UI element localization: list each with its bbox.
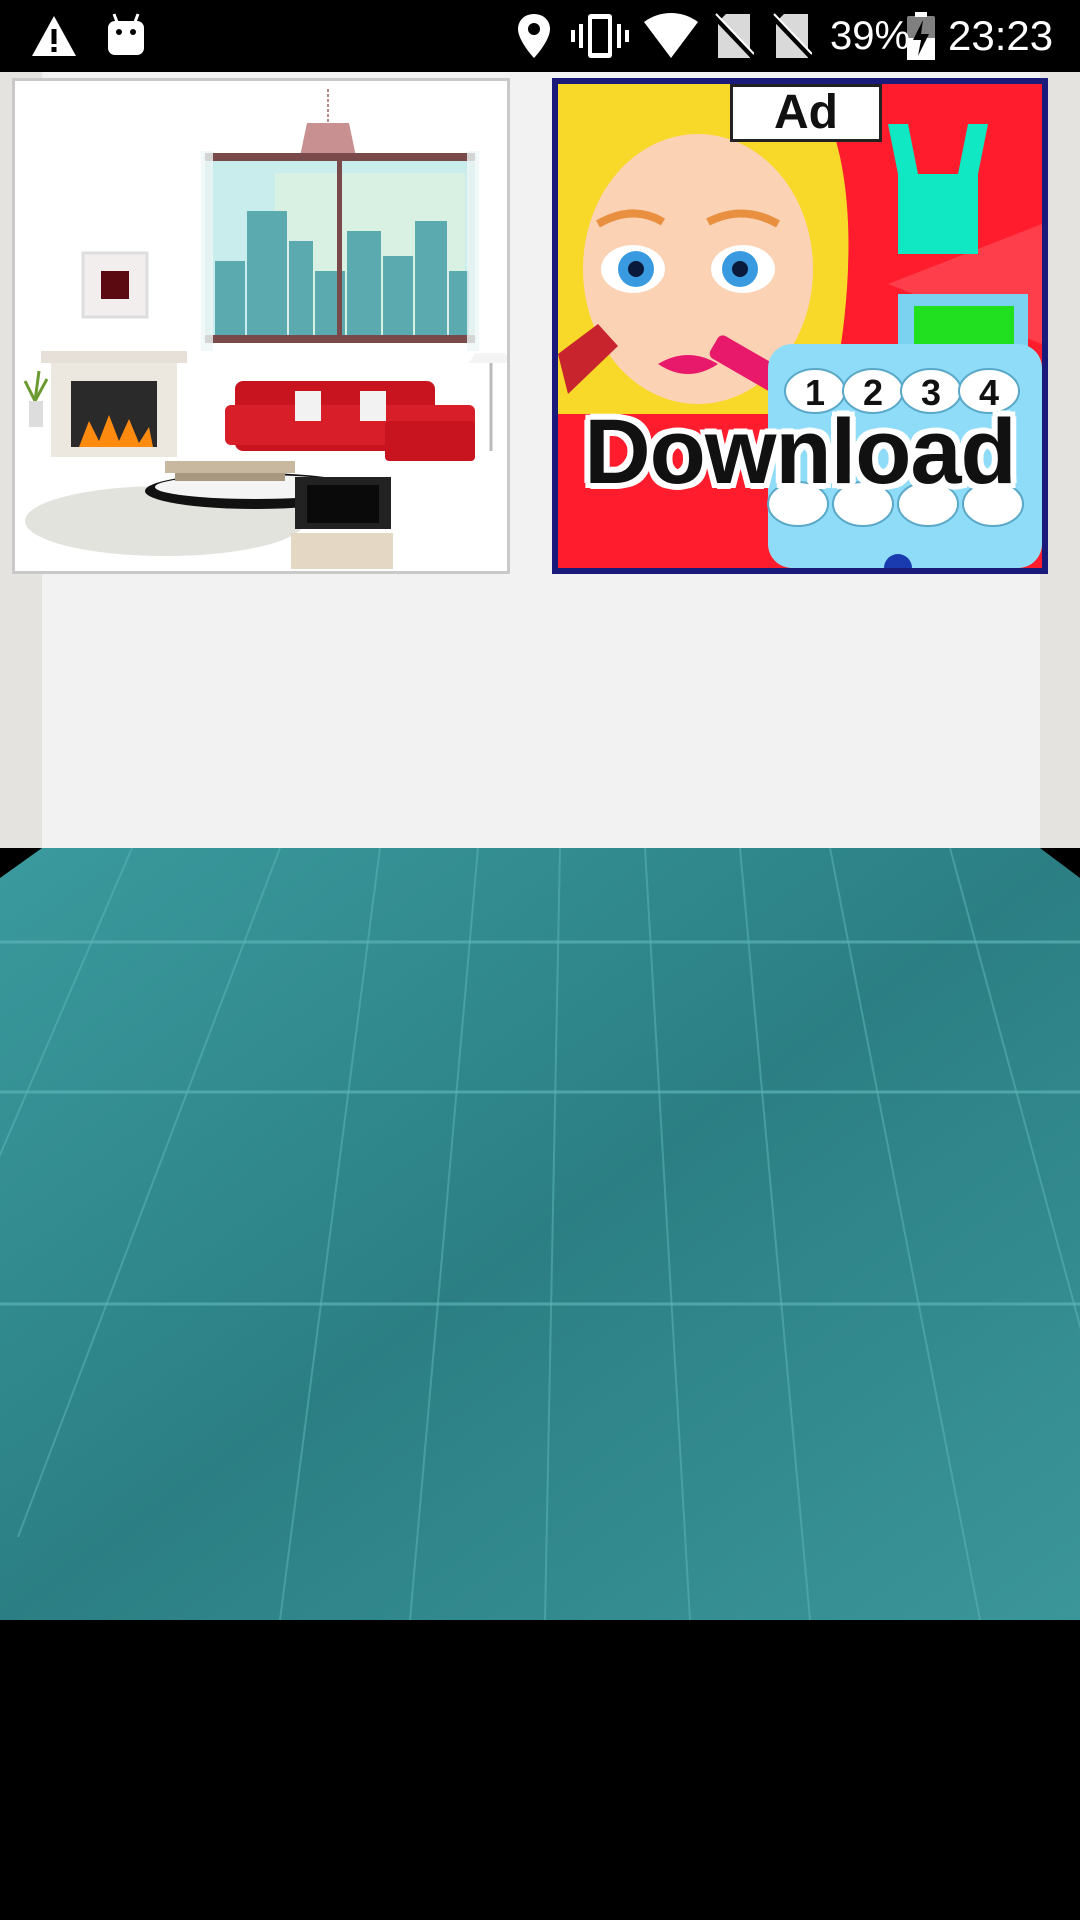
android-debug-icon [108, 13, 144, 55]
warning-icon [32, 16, 76, 56]
wifi-icon [644, 13, 698, 58]
living-room-illustration [23, 89, 507, 569]
status-bar: 39% 23:23 [0, 0, 1080, 72]
screen: 39% 23:23 1 2 3 4 Ad Download [0, 0, 1080, 1920]
vibrate-icon [571, 14, 629, 58]
ad-banner[interactable]: 1 2 3 4 Ad Download [552, 78, 1048, 574]
room-scene[interactable]: 1 2 3 4 Ad Download [0, 72, 1080, 1620]
no-sim-icon [714, 13, 754, 60]
ad-download-button[interactable]: Download [558, 402, 1042, 502]
bottom-blank-area [0, 1620, 1080, 1920]
location-icon [518, 14, 550, 58]
no-sim-icon [772, 13, 812, 60]
room-preview-thumbnail[interactable] [12, 78, 510, 574]
clock: 23:23 [948, 12, 1054, 59]
battery-percent: 39% [830, 14, 911, 58]
floor [0, 848, 1080, 1620]
ad-label: Ad [730, 84, 882, 142]
battery-charging-icon [907, 12, 935, 60]
